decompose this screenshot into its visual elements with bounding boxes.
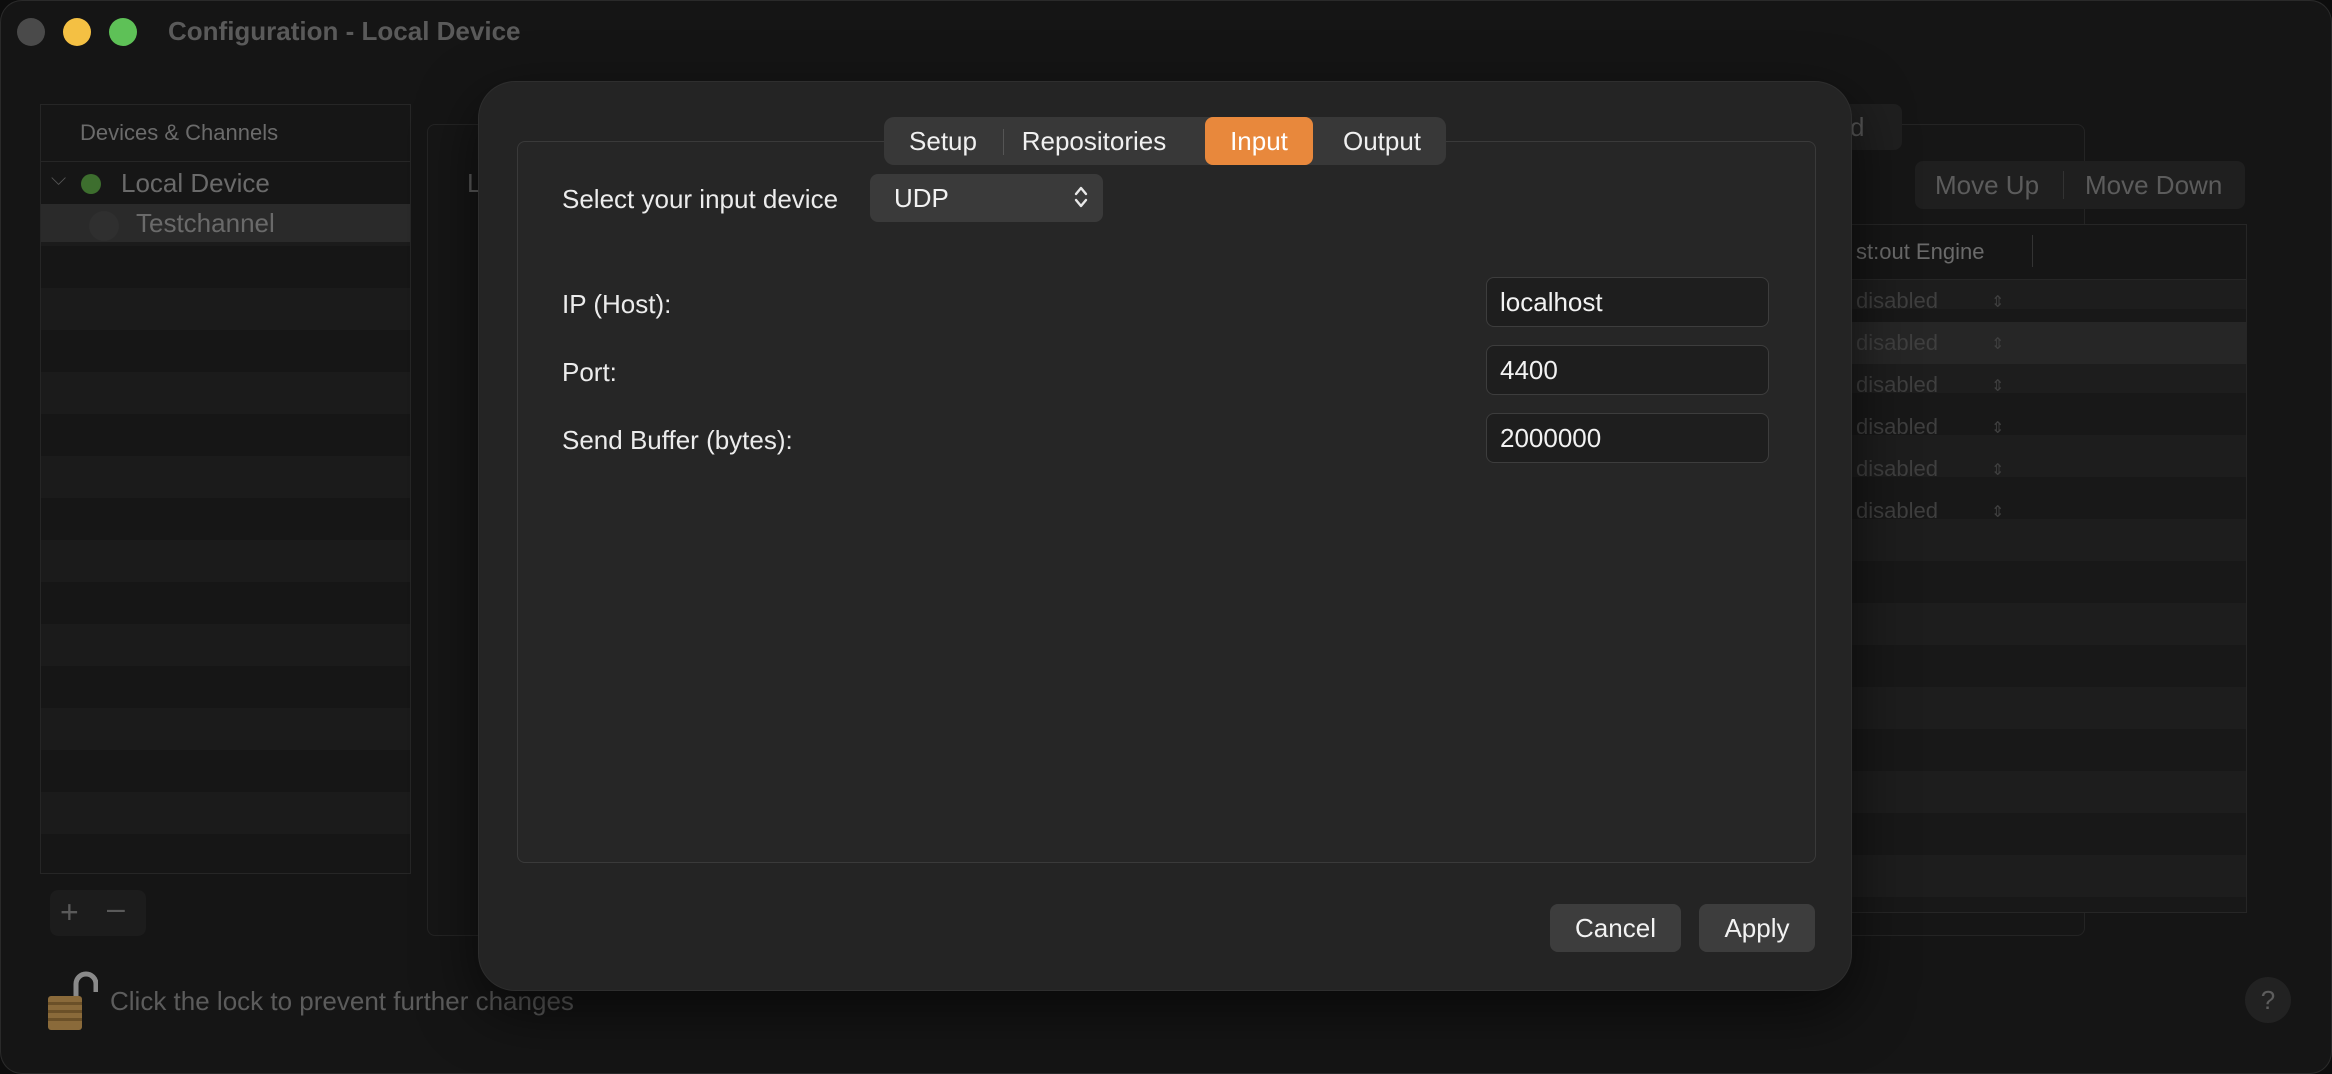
cell-value: disabled [1856,372,1938,397]
tab-setup[interactable]: Setup [884,117,1002,165]
divider [2063,171,2064,199]
chevron-updown-icon: ⇕ [1991,294,2005,311]
column-separator [2032,235,2033,267]
tab-content-box [517,141,1816,863]
input-device-value: UDP [894,183,949,213]
help-button[interactable]: ? [2245,977,2291,1023]
cell-value: disabled [1856,288,1938,313]
tab-input[interactable]: Input [1205,117,1313,165]
apply-button[interactable]: Apply [1699,904,1815,952]
table-row[interactable]: disabled ⇕ [1846,490,2246,532]
add-remove-control: + – [50,890,146,936]
table-row[interactable]: disabled ⇕ [1846,448,2246,490]
close-window-button[interactable] [17,18,45,46]
table-row[interactable]: disabled ⇕ [1846,406,2246,448]
chevron-updown-icon: ⇕ [1991,462,2005,479]
minimize-window-button[interactable] [63,18,91,46]
lock-status-text: Click the lock to prevent further change… [110,986,574,1016]
channel-icon [89,211,119,241]
window-title: Configuration - Local Device [168,16,521,46]
tab-repositories[interactable]: Repositories [1004,117,1184,165]
sidebar-item-label: Local Device [121,168,270,198]
tab-output[interactable]: Output [1321,117,1443,165]
add-button[interactable]: + [60,894,79,931]
move-down-button[interactable]: Move Down [2085,170,2222,201]
table-row[interactable]: disabled ⇕ [1846,280,2246,322]
column-header: st:out Engine [1856,239,1985,264]
port-label: Port: [562,357,617,387]
remove-button[interactable]: – [107,890,125,927]
ip-host-field[interactable] [1486,277,1769,327]
cell-value: disabled [1856,414,1938,439]
devices-sidebar: Devices & Channels ⌵ Local Device Testch… [40,104,411,874]
move-control: Move Up Move Down [1915,161,2245,209]
sidebar-list: ⌵ Local Device Testchannel [41,162,410,873]
table-row[interactable]: disabled ⇕ [1846,322,2246,364]
ip-host-label: IP (Host): [562,289,672,319]
maximize-window-button[interactable] [109,18,137,46]
chevron-updown-icon [1074,186,1088,208]
chevron-updown-icon: ⇕ [1991,420,2005,437]
engine-table: st:out Engine disabled ⇕ disabled ⇕ disabl… [1845,224,2247,913]
sidebar-header: Devices & Channels [41,105,410,162]
table-row[interactable]: disabled ⇕ [1846,364,2246,406]
sidebar-item-local-device[interactable]: ⌵ Local Device [41,164,410,202]
tab-bar: Setup Repositories Input Output [884,117,1446,165]
chevron-down-icon[interactable]: ⌵ [51,168,66,191]
lock-open-icon[interactable] [46,970,98,1032]
cell-value: disabled [1856,498,1938,523]
move-up-button[interactable]: Move Up [1935,170,2039,201]
cell-value: disabled [1856,456,1938,481]
chevron-updown-icon: ⇕ [1991,504,2005,521]
send-buffer-label: Send Buffer (bytes): [562,425,793,455]
chevron-updown-icon: ⇕ [1991,336,2005,353]
input-device-select[interactable]: UDP [870,174,1103,222]
table-header: st:out Engine [1846,225,2246,280]
sidebar-item-testchannel[interactable]: Testchannel [41,204,410,242]
sidebar-item-label: Testchannel [136,208,275,238]
chevron-updown-icon: ⇕ [1991,378,2005,395]
input-device-label: Select your input device [562,184,839,214]
port-field[interactable] [1486,345,1769,395]
status-indicator-icon [81,174,101,194]
configuration-window: Configuration - Local Device Devices & C… [0,0,2332,1074]
cell-value: disabled [1856,330,1938,355]
send-buffer-field[interactable] [1486,413,1769,463]
cancel-button[interactable]: Cancel [1550,904,1681,952]
